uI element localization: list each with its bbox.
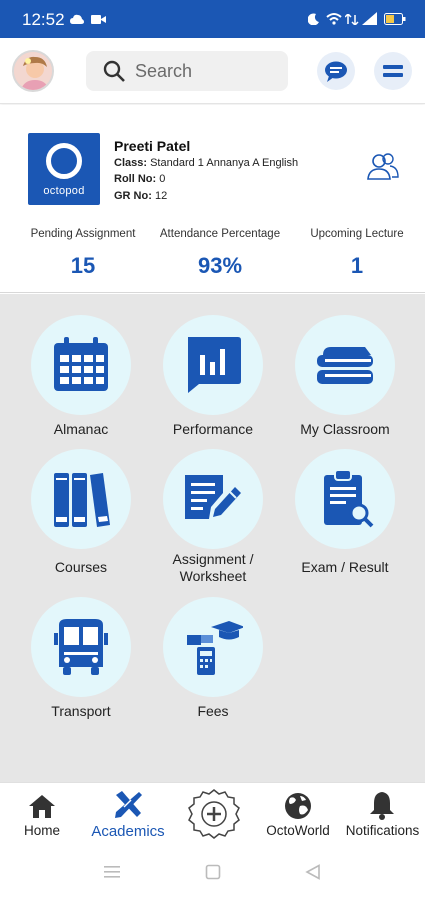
logo-ring xyxy=(46,143,82,179)
stat-attendance-value[interactable]: 93% xyxy=(150,253,290,279)
tile-label: Transport xyxy=(51,703,111,719)
search-placeholder: Search xyxy=(135,61,193,81)
back-triangle-icon[interactable] xyxy=(305,864,321,880)
roll-value: 0 xyxy=(159,173,166,185)
tile-label: Performance xyxy=(172,421,254,437)
stat-lecture-value[interactable]: 1 xyxy=(287,253,425,279)
nav-add[interactable] xyxy=(186,783,242,847)
status-bar: 12:52 xyxy=(0,0,425,38)
menu-icon xyxy=(383,65,403,77)
stat-attendance-label: Attendance Percentage xyxy=(159,228,281,240)
stat-lecture-label: Upcoming Lecture xyxy=(310,228,404,240)
nav-label: Home xyxy=(23,823,60,838)
academics-icon xyxy=(115,791,142,818)
stat-pending-value[interactable]: 15 xyxy=(13,253,153,279)
module-grid: Almanac Performance My Classroom Courses… xyxy=(0,294,425,782)
nav-label: Notifications xyxy=(345,823,420,838)
class-value: Standard 1 Annanya A English xyxy=(150,157,299,169)
cloud-icon xyxy=(70,14,84,24)
student-roll: Roll No: 0 xyxy=(114,173,165,185)
class-label: Class: xyxy=(114,157,148,169)
tile-circle xyxy=(163,449,263,549)
tile-label: Exam / Result xyxy=(301,559,389,575)
student-class: Class: Standard 1 Annanya A English xyxy=(114,157,298,169)
school-logo: octopod xyxy=(28,133,100,205)
calendar-icon xyxy=(54,337,108,391)
tile-label: Courses xyxy=(54,559,108,575)
tile-circle xyxy=(31,597,131,697)
tile-circle xyxy=(295,315,395,415)
tile-circle xyxy=(163,597,263,697)
avatar[interactable] xyxy=(12,50,54,92)
recents-menu-icon[interactable] xyxy=(103,864,121,880)
binders-icon xyxy=(54,473,110,527)
add-badge-icon xyxy=(188,789,240,839)
system-navigation-bar xyxy=(0,846,425,900)
bottom-navigation: Home Academics OctoWorld Notifications xyxy=(0,782,425,846)
nav-notifications[interactable]: Notifications xyxy=(340,783,425,847)
app-header: Search xyxy=(0,38,425,104)
tile-circle xyxy=(31,315,131,415)
search-icon xyxy=(103,60,125,82)
student-name: Preeti Patel xyxy=(114,138,191,154)
menu-button[interactable] xyxy=(374,52,412,90)
bus-icon xyxy=(54,619,108,675)
edit-document-icon xyxy=(185,475,241,519)
nav-label: Academics xyxy=(91,823,165,840)
do-not-disturb-icon xyxy=(308,13,319,25)
logo-brand-text: octopod xyxy=(43,185,85,197)
gr-value: 12 xyxy=(154,190,168,202)
chat-bubble-icon xyxy=(325,61,347,82)
nav-octoworld[interactable]: OctoWorld xyxy=(262,783,334,847)
status-time: 12:52 xyxy=(22,10,65,29)
tile-label: Assignment / Worksheet xyxy=(147,551,279,585)
tile-label-line-1: Assignment / xyxy=(172,551,254,567)
student-profile-card: octopod Preeti Patel Class: Standard 1 A… xyxy=(0,105,425,293)
gr-label: GR No: xyxy=(114,190,152,202)
search-bar[interactable]: Search xyxy=(86,51,288,91)
wifi-icon xyxy=(326,13,342,25)
books-stack-icon xyxy=(317,347,373,384)
tile-circle xyxy=(295,449,395,549)
home-icon xyxy=(29,795,55,818)
home-square-icon[interactable] xyxy=(205,864,221,880)
tile-circle xyxy=(31,449,131,549)
tile-label: Almanac xyxy=(53,421,109,437)
bell-icon xyxy=(370,792,394,820)
video-icon xyxy=(91,15,106,24)
roll-label: Roll No: xyxy=(114,173,157,185)
signal-icon xyxy=(362,12,377,25)
fees-icon xyxy=(187,621,243,675)
avatar-image xyxy=(14,52,52,90)
chat-button[interactable] xyxy=(317,52,355,90)
chart-icon xyxy=(188,337,241,393)
battery-icon xyxy=(384,13,406,25)
nav-academics[interactable]: Academics xyxy=(82,783,174,847)
tile-circle xyxy=(163,315,263,415)
tile-label: Fees xyxy=(197,703,229,719)
switch-student-icon[interactable] xyxy=(366,151,400,183)
data-arrows-icon xyxy=(345,14,359,25)
clipboard-search-icon xyxy=(324,469,374,528)
stat-pending-label: Pending Assignment xyxy=(30,228,136,240)
student-gr: GR No: 12 xyxy=(114,190,167,202)
nav-home[interactable]: Home xyxy=(12,783,72,847)
tile-label: My Classroom xyxy=(300,421,390,437)
tile-label-line-2: Worksheet xyxy=(179,568,247,584)
globe-icon xyxy=(285,793,311,819)
nav-label: OctoWorld xyxy=(266,823,330,838)
